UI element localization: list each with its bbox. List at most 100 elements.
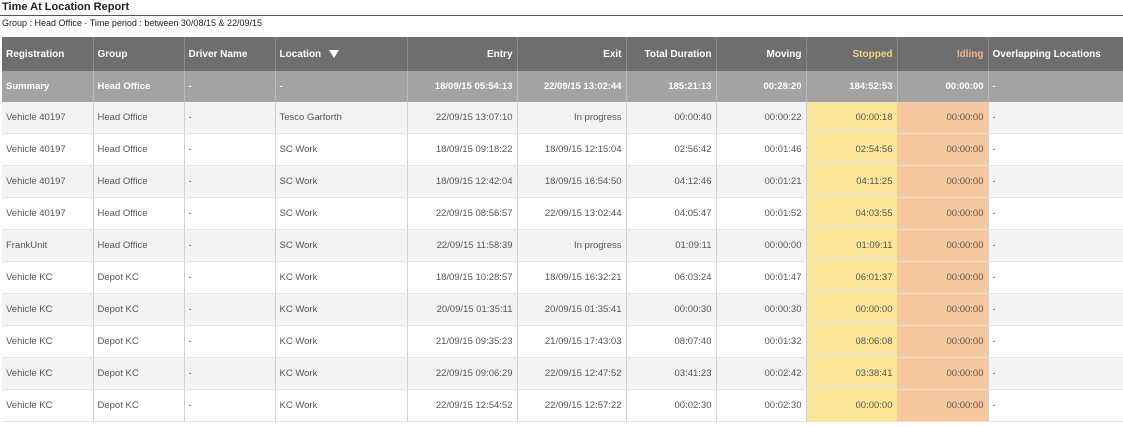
cell-driver-name: - (184, 389, 276, 422)
table-row[interactable]: Vehicle KC Depot KC - KC Work 22/09/15 09:06… (2, 357, 1123, 390)
column-header-overlapping-locations[interactable]: Overlapping Locations (988, 37, 1123, 71)
cell-stopped: 00:00:00 (806, 293, 898, 326)
column-header-idling[interactable]: Idling (897, 37, 989, 71)
cell-registration: Vehicle KC (2, 261, 94, 294)
column-header-location[interactable]: Location (275, 37, 408, 71)
cell-idling: 00:00:00 (897, 102, 989, 134)
cell-moving: 00:02:30 (716, 389, 807, 422)
cell-group: Depot KC (93, 357, 185, 390)
cell-location: SC Work (275, 165, 408, 198)
cell-idling: 00:00:00 (897, 261, 989, 294)
title-divider (0, 15, 1123, 16)
cell-registration: Vehicle KC (2, 389, 94, 422)
cell-moving: 00:01:46 (716, 133, 807, 166)
column-header-group[interactable]: Group (93, 37, 185, 71)
cell-overlapping-locations: - (988, 102, 1123, 134)
cell-group: Head Office (93, 165, 185, 198)
cell-overlapping-locations: - (988, 229, 1123, 262)
cell-stopped: 04:11:25 (806, 165, 898, 198)
cell-overlapping-locations: - (988, 389, 1123, 422)
cell-total-duration: 04:05:47 (626, 197, 717, 230)
cell-driver-name: - (184, 325, 276, 358)
cell-moving: 00:00:30 (716, 293, 807, 326)
cell-registration: Vehicle KC (2, 357, 94, 390)
cell-location: KC Work (275, 389, 408, 422)
cell-total-duration: 03:41:23 (626, 357, 717, 390)
cell-overlapping-locations: - (988, 165, 1123, 198)
cell-idling: 00:00:00 (897, 133, 989, 166)
table-row[interactable]: Vehicle KC Depot KC - KC Work 20/09/15 01:35… (2, 293, 1123, 326)
cell-driver-name: - (184, 133, 276, 166)
summary-entry: 18/09/15 05:54:13 (407, 71, 518, 102)
column-header-moving[interactable]: Moving (716, 37, 807, 71)
column-header-registration[interactable]: Registration (2, 37, 94, 71)
cell-stopped: 04:03:55 (806, 197, 898, 230)
cell-driver-name: - (184, 102, 276, 134)
cell-total-duration: 08:07:40 (626, 325, 717, 358)
cell-exit: 21/09/15 17:43:03 (517, 325, 627, 358)
cell-total-duration: 00:00:40 (626, 102, 717, 134)
table-row[interactable]: Vehicle KC Depot KC - KC Work 21/09/15 09:35… (2, 325, 1123, 358)
cell-group: Depot KC (93, 293, 185, 326)
cell-entry: 22/09/15 12:54:52 (407, 389, 518, 422)
cell-stopped: 01:09:11 (806, 229, 898, 262)
cell-stopped: 08:06:08 (806, 325, 898, 358)
cell-stopped: 06:01:37 (806, 261, 898, 294)
sort-descending-icon[interactable] (329, 49, 340, 58)
table-row[interactable]: Vehicle 40197 Head Office - SC Work 18/09/15… (2, 133, 1123, 166)
cell-location: KC Work (275, 261, 408, 294)
cell-idling: 00:00:00 (897, 165, 989, 198)
column-header-driver-name[interactable]: Driver Name (184, 37, 276, 71)
cell-location: KC Work (275, 325, 408, 358)
table-row[interactable]: Vehicle KC Depot KC - KC Work 22/09/15 12:54… (2, 389, 1123, 422)
column-header-exit[interactable]: Exit (517, 37, 627, 71)
cell-location: KC Work (275, 357, 408, 390)
column-header-entry[interactable]: Entry (407, 37, 518, 71)
cell-group: Head Office (93, 102, 185, 134)
summary-driver: - (184, 71, 276, 102)
table-row[interactable]: Vehicle 40197 Head Office - SC Work 22/09/15… (2, 197, 1123, 230)
cell-driver-name: - (184, 165, 276, 198)
cell-exit: In progress (517, 102, 627, 134)
cell-driver-name: - (184, 197, 276, 230)
summary-exit: 22/09/15 13:02:44 (517, 71, 627, 102)
cell-entry: 22/09/15 09:06:29 (407, 357, 518, 390)
cell-idling: 00:00:00 (897, 325, 989, 358)
cell-registration: Vehicle 40197 (2, 133, 94, 166)
cell-idling: 00:00:00 (897, 293, 989, 326)
cell-entry: 22/09/15 08:56:57 (407, 197, 518, 230)
column-header-total-duration[interactable]: Total Duration (626, 37, 717, 71)
summary-group: Head Office (93, 71, 185, 102)
cell-entry: 22/09/15 11:58:39 (407, 229, 518, 262)
cell-moving: 00:02:42 (716, 357, 807, 390)
table-row[interactable]: Vehicle 40197 Head Office - Tesco Garforth 2… (2, 102, 1123, 134)
table-row[interactable]: FrankUnit Head Office - SC Work 22/09/15 11:… (2, 229, 1123, 262)
cell-location: KC Work (275, 293, 408, 326)
cell-group: Depot KC (93, 325, 185, 358)
cell-location: SC Work (275, 133, 408, 166)
cell-entry: 22/09/15 13:07:10 (407, 102, 518, 134)
summary-idling: 00:00:00 (897, 71, 989, 102)
table-row[interactable]: Vehicle 40197 Head Office - SC Work 18/09/15… (2, 165, 1123, 198)
cell-entry: 18/09/15 12:42:04 (407, 165, 518, 198)
summary-total-duration: 185:21:13 (626, 71, 717, 102)
cell-stopped: 03:38:41 (806, 357, 898, 390)
cell-driver-name: - (184, 357, 276, 390)
summary-row: Summary Head Office - - 18/09/15 05:54:1… (2, 71, 1123, 102)
summary-location: - (275, 71, 408, 102)
cell-exit: 22/09/15 12:57:22 (517, 389, 627, 422)
cell-stopped: 00:00:00 (806, 389, 898, 422)
summary-overlapping-locations: - (988, 71, 1123, 102)
report-table: Registration Group Driver Name Location … (2, 37, 1123, 422)
column-header-location-label: Location (279, 48, 322, 60)
cell-overlapping-locations: - (988, 197, 1123, 230)
cell-stopped: 02:54:56 (806, 133, 898, 166)
column-header-stopped[interactable]: Stopped (806, 37, 898, 71)
cell-moving: 00:01:52 (716, 197, 807, 230)
cell-stopped: 00:00:18 (806, 102, 898, 134)
cell-location: Tesco Garforth (275, 102, 408, 134)
report-subtitle: Group : Head Office · Time period : betw… (2, 18, 262, 28)
cell-group: Head Office (93, 197, 185, 230)
table-row[interactable]: Vehicle KC Depot KC - KC Work 18/09/15 10:28… (2, 261, 1123, 294)
cell-idling: 00:00:00 (897, 389, 989, 422)
